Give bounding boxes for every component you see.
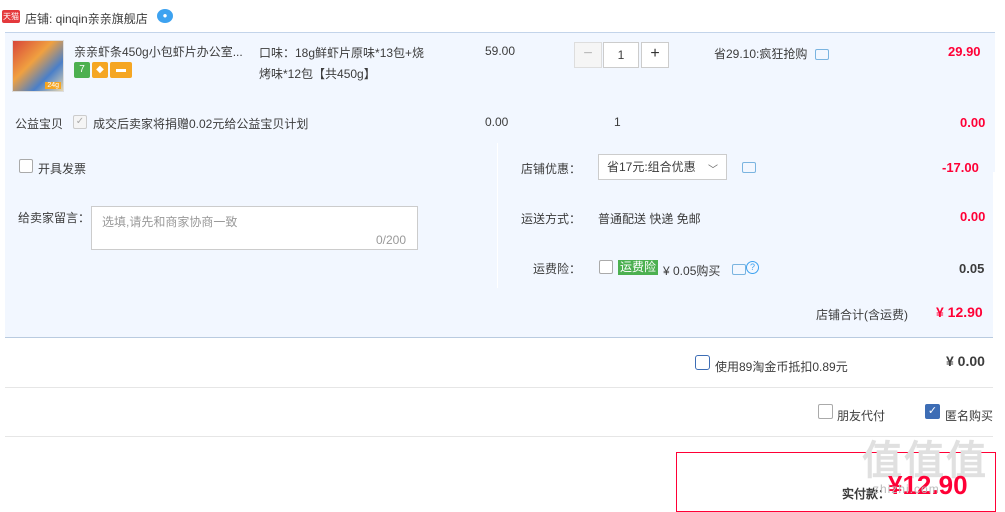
guarantee-shield-icon[interactable]: ◆ <box>92 62 108 78</box>
watermark-url: zhizhi.com <box>873 482 940 496</box>
store-total-amount: ¥ 12.90 <box>936 304 983 320</box>
shipping-insurance-amount: 0.05 <box>959 261 985 276</box>
chevron-down-icon: ﹀ <box>708 165 718 176</box>
service-badges: 7 ◆ ▬ <box>74 62 134 78</box>
taobao-coins-label[interactable]: 使用89淘金币抵扣0.89元 <box>715 358 848 375</box>
charity-label: 公益宝贝 <box>15 117 64 131</box>
seller-message-placeholder: 选填,请先和商家协商一致 <box>102 215 238 229</box>
taobao-coins-amount: ¥ 0.00 <box>946 353 985 369</box>
insurance-comment-icon[interactable] <box>732 264 746 275</box>
quantity-input[interactable]: 1 <box>603 42 639 68</box>
store-coupon-label: 店铺优惠： <box>520 162 581 176</box>
divider <box>5 436 993 437</box>
seller-message-label: 给卖家留言： <box>18 211 91 225</box>
help-icon[interactable]: ? <box>746 261 759 274</box>
promo-comment-icon[interactable] <box>815 49 829 60</box>
product-thumbnail[interactable]: 24g <box>12 40 64 92</box>
shipping-amount: 0.00 <box>960 209 986 224</box>
quantity-decrease-button[interactable]: − <box>574 42 602 68</box>
friend-pay-label[interactable]: 朋友代付 <box>837 407 885 424</box>
shipping-method: 普通配送 快递 免邮 <box>598 212 701 226</box>
coupon-comment-icon[interactable] <box>742 162 756 173</box>
seven-day-return-icon[interactable]: 7 <box>74 62 90 78</box>
store-total-label: 店铺合计(含运费) <box>816 308 908 322</box>
product-sku: 口味：18g鲜虾片原味*13包+烧 烤味*12包【共450g】 <box>259 43 439 85</box>
unit-price: 59.00 <box>485 44 516 58</box>
charity-price: 0.00 <box>485 115 509 129</box>
tmall-logo-icon: 天猫 <box>2 10 20 23</box>
store-coupon-value: 省17元:组合优惠 <box>607 160 696 174</box>
invoice-checkbox[interactable] <box>19 159 33 173</box>
thumbnail-weight-badge: 24g <box>45 82 61 89</box>
store-header <box>0 0 1005 32</box>
shipping-label: 运送方式： <box>520 212 581 226</box>
shipping-insurance-price: ¥ 0.05购买 <box>663 264 721 278</box>
anonymous-purchase-checkbox[interactable]: ✓ <box>925 404 940 419</box>
divider <box>5 387 993 388</box>
item-subtotal: 29.90 <box>948 44 981 59</box>
taobao-coins-checkbox[interactable] <box>695 355 710 370</box>
store-coupon-select[interactable]: 省17元:组合优惠 ﹀ <box>598 154 727 180</box>
shipping-insurance-tag: 运费险 <box>618 260 659 275</box>
shipping-insurance-checkbox[interactable] <box>599 260 613 274</box>
sku-line-1: 口味：18g鲜虾片原味*13包+烧 <box>259 46 425 60</box>
charity-total: 0.00 <box>960 115 986 130</box>
quantity-increase-button[interactable]: + <box>641 42 669 68</box>
friend-pay-checkbox[interactable] <box>818 404 833 419</box>
anonymous-purchase-label[interactable]: 匿名购买 <box>945 407 993 424</box>
seller-message-counter: 0/200 <box>376 233 407 247</box>
store-coupon-amount: -17.00 <box>942 160 979 175</box>
shipping-insurance-label: 运费险： <box>532 262 581 276</box>
wangwang-chat-icon[interactable]: ● <box>157 9 173 23</box>
product-title-link[interactable]: 亲亲虾条450g小包虾片办公室... <box>74 43 249 60</box>
store-name-link[interactable]: 店铺: qinqin亲亲旗舰店 <box>25 10 148 27</box>
invoice-label[interactable]: 开具发票 <box>38 160 86 177</box>
sku-line-2: 烤味*12包【共450g】 <box>259 67 376 81</box>
charity-checkbox[interactable]: ✓ <box>73 115 87 129</box>
promotion-text: 省29.10:疯狂抢购 <box>714 47 808 61</box>
charity-description: 成交后卖家将捐赠0.02元给公益宝贝计划 <box>93 117 309 131</box>
credit-card-icon[interactable]: ▬ <box>110 62 132 78</box>
charity-qty: 1 <box>614 115 621 129</box>
